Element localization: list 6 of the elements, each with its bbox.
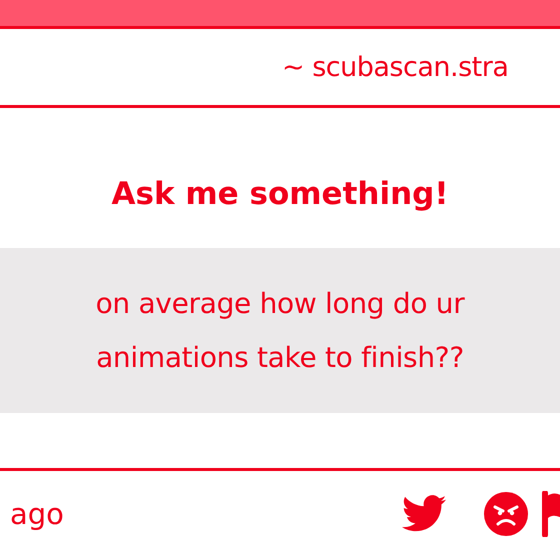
prompt-title: Ask me something! (112, 176, 448, 212)
timestamp: ago (10, 496, 64, 530)
angry-face-icon[interactable] (484, 492, 528, 536)
bird-icon[interactable] (402, 495, 446, 532)
site-link[interactable]: ~ scubascan.stra (282, 52, 508, 82)
question-text: on average how long do ur animations take to finish?? (94, 286, 466, 376)
